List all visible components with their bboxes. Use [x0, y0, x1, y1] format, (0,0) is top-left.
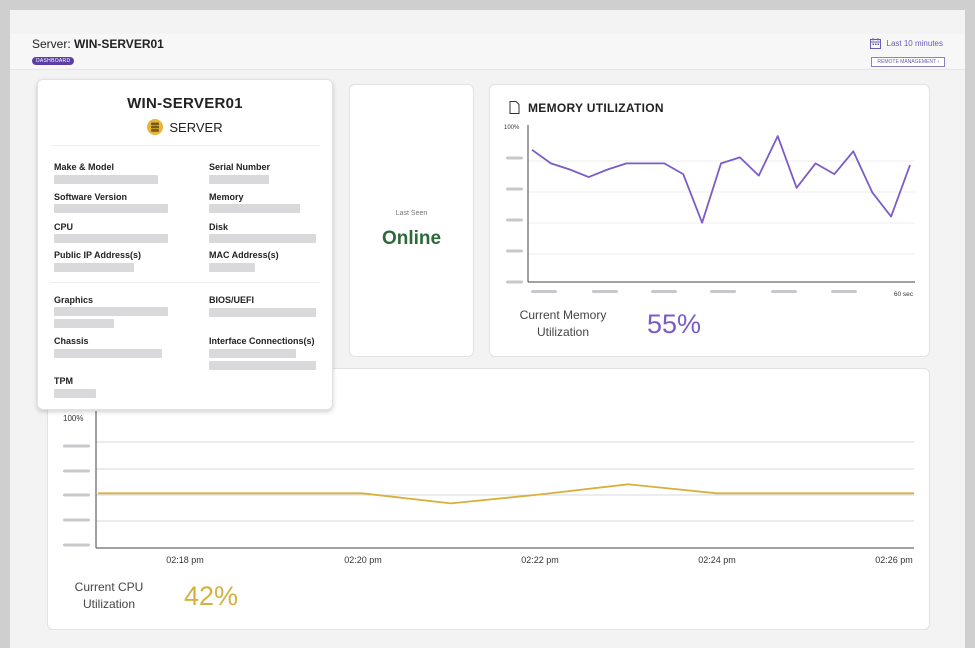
- chassis-label: Chassis: [54, 336, 89, 346]
- mac-address-label: MAC Address(s): [209, 250, 279, 260]
- x-tick-label: 02:20 pm: [344, 555, 382, 565]
- y-tick-placeholder: [63, 543, 90, 547]
- y-tick-placeholder: [506, 249, 523, 253]
- software-version-value: [54, 204, 168, 213]
- time-range-label: Last 10 minutes: [886, 39, 943, 48]
- cpu-current-value: 42%: [184, 581, 239, 611]
- x-tick-placeholder: [771, 290, 797, 293]
- x-tick-placeholder: [592, 290, 618, 293]
- divider: [50, 145, 320, 146]
- interface-connections-value-2: [209, 361, 316, 370]
- y-tick-placeholder: [63, 444, 90, 448]
- y-tick-placeholder: [63, 469, 90, 473]
- y-tick-label: 100%: [63, 414, 83, 423]
- divider: [50, 282, 320, 283]
- dashboard-badge[interactable]: DASHBOARD: [32, 57, 75, 65]
- calendar-icon: [869, 38, 881, 49]
- remote-management-button[interactable]: REMOTE MANAGEMENT ›: [871, 57, 945, 67]
- tpm-label: TPM: [54, 376, 73, 386]
- interface-connections-label: Interface Connections(s): [209, 336, 315, 346]
- time-range-selector[interactable]: Last 10 minutes: [869, 38, 943, 49]
- graphics-value-2: [54, 319, 114, 328]
- cpu-label: CPU: [54, 222, 74, 232]
- serial-number-value: [209, 175, 269, 184]
- device-hostname: WIN-SERVER01: [127, 95, 243, 112]
- x-tick-placeholder: [651, 290, 677, 293]
- y-tick-placeholder: [506, 187, 523, 191]
- disk-label: Disk: [209, 222, 229, 232]
- mac-address-value: [209, 263, 255, 272]
- server-stack-icon: [147, 119, 164, 135]
- y-tick-label: 100%: [504, 125, 520, 131]
- x-tick-label: 02:22 pm: [521, 555, 559, 565]
- x-tick-label: 02:26 pm: [875, 555, 913, 565]
- memory-series-line: [531, 135, 911, 224]
- y-tick-placeholder: [63, 493, 90, 497]
- bios-value: [209, 308, 316, 317]
- x-tick-placeholder: [710, 290, 736, 293]
- public-ip-label: Public IP Address(s): [54, 250, 142, 260]
- x-tick-placeholder: [831, 290, 857, 293]
- memory-label: Memory: [209, 192, 244, 202]
- last-seen-card: Last Seen Online: [349, 84, 474, 357]
- graphics-label: Graphics: [54, 295, 94, 305]
- cpu-current-label: Current CPU Utilization: [74, 580, 144, 611]
- y-tick-placeholder: [506, 218, 523, 222]
- chassis-value: [54, 349, 162, 358]
- memory-value: [209, 204, 300, 213]
- y-tick-placeholder: [506, 280, 523, 284]
- y-tick-placeholder: [63, 518, 90, 522]
- top-bar: Server: WIN-SERVER01 DASHBOARD Last 10 m…: [10, 34, 965, 70]
- x-tick-placeholder: [531, 290, 557, 293]
- public-ip-value: [54, 263, 134, 272]
- device-type-label: SERVER: [169, 119, 223, 135]
- status-value: Online: [381, 228, 442, 249]
- y-tick-placeholder: [506, 156, 523, 160]
- x-tick-label: 02:24 pm: [698, 555, 736, 565]
- tpm-value: [54, 389, 96, 398]
- graphics-value: [54, 307, 168, 316]
- software-version-label: Software Version: [54, 192, 128, 202]
- x-tick-label: 02:18 pm: [166, 555, 204, 565]
- device-info-card: WIN-SERVER01 SERVER Make & Model Serial …: [37, 79, 333, 410]
- memory-chart: 100% 60 sec: [504, 125, 915, 298]
- server-label: Server:: [32, 37, 71, 51]
- interface-connections-value: [209, 349, 296, 358]
- page-title: Server: WIN-SERVER01: [32, 37, 164, 51]
- last-seen-label: Last Seen: [395, 210, 428, 217]
- make-model-label: Make & Model: [54, 162, 115, 172]
- memory-current-label: Current Memory Utilization: [519, 308, 607, 339]
- bios-label: BIOS/UEFI: [209, 295, 255, 305]
- remote-management-label: REMOTE MANAGEMENT: [877, 59, 936, 65]
- serial-number-label: Serial Number: [209, 162, 271, 172]
- server-name: WIN-SERVER01: [74, 37, 164, 51]
- make-model-value: [54, 175, 158, 184]
- x-tick-label: 60 sec: [894, 291, 914, 298]
- memory-utilization-card: MEMORY UTILIZATION 100% 60 sec Current Me…: [489, 84, 930, 357]
- cpu-series-line: [98, 483, 914, 505]
- cpu-value: [54, 234, 168, 243]
- memory-current-value: 55%: [647, 309, 702, 339]
- chevron-right-icon: ›: [937, 59, 939, 65]
- device-type: SERVER: [38, 119, 332, 135]
- disk-value: [209, 234, 316, 243]
